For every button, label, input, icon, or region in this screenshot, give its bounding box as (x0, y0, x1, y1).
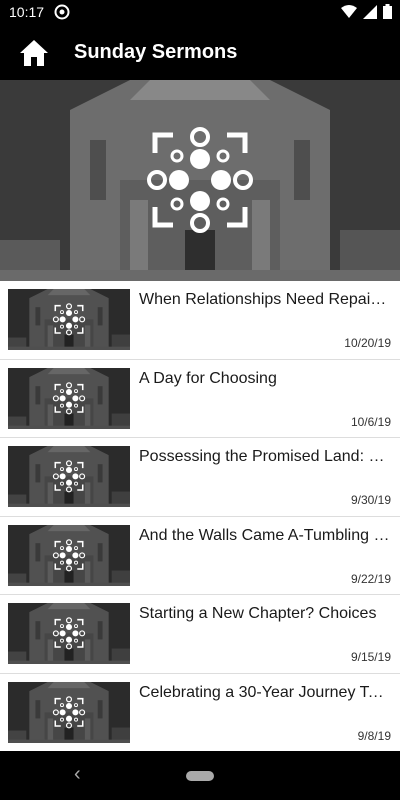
home-pill-button[interactable] (186, 771, 214, 781)
list-item[interactable]: And the Walls Came A-Tumbling Down 9/22/… (0, 517, 400, 595)
sermon-date: 10/20/19 (344, 336, 391, 350)
sermon-list: When Relationships Need Repairing 10/20/… (0, 281, 400, 751)
system-nav-bar: ‹ (0, 751, 400, 800)
list-item[interactable]: Starting a New Chapter? Choices 9/15/19 (0, 595, 400, 674)
sermon-title: Possessing the Promised Land: Faith (139, 448, 391, 465)
sermon-date: 10/6/19 (350, 414, 391, 429)
sermon-thumbnail (8, 446, 130, 507)
sermon-date: 9/15/19 (350, 650, 391, 664)
page-title: Sunday Sermons (74, 41, 238, 63)
app-notification-icon (54, 4, 70, 20)
list-item[interactable]: When Relationships Need Repairing 10/20/… (0, 281, 400, 360)
hero-banner (0, 80, 400, 281)
church-logo-icon (145, 125, 255, 235)
sermon-thumbnail (8, 603, 130, 664)
sermon-title: Celebrating a 30-Year Journey Together (139, 683, 391, 701)
status-time: 10:17 (9, 4, 45, 20)
sermon-thumbnail (8, 367, 130, 429)
list-item[interactable]: Possessing the Promised Land: Faith 9/30… (0, 438, 400, 517)
sermon-title: A Day for Choosing (139, 369, 277, 387)
sermon-date: 9/30/19 (350, 493, 391, 507)
sermon-title: And the Walls Came A-Tumbling Down (139, 526, 391, 544)
list-item[interactable]: Celebrating a 30-Year Journey Together 9… (0, 674, 400, 752)
wifi-icon (341, 4, 357, 18)
battery-icon (383, 4, 392, 19)
status-bar: 10:17 (0, 0, 400, 24)
sermon-date: 9/8/19 (357, 728, 391, 743)
sermon-date: 9/22/19 (350, 571, 391, 586)
list-item[interactable]: A Day for Choosing 10/6/19 (0, 360, 400, 438)
signal-icon (363, 4, 377, 19)
sermon-thumbnail (8, 681, 130, 743)
back-icon[interactable]: ‹ (74, 763, 81, 786)
sermon-thumbnail (8, 289, 130, 350)
home-icon[interactable] (18, 38, 50, 68)
app-bar: Sunday Sermons (0, 24, 400, 80)
sermon-title: When Relationships Need Repairing (139, 291, 391, 308)
sermon-title: Starting a New Chapter? Choices (139, 605, 377, 622)
sermon-thumbnail (8, 524, 130, 586)
